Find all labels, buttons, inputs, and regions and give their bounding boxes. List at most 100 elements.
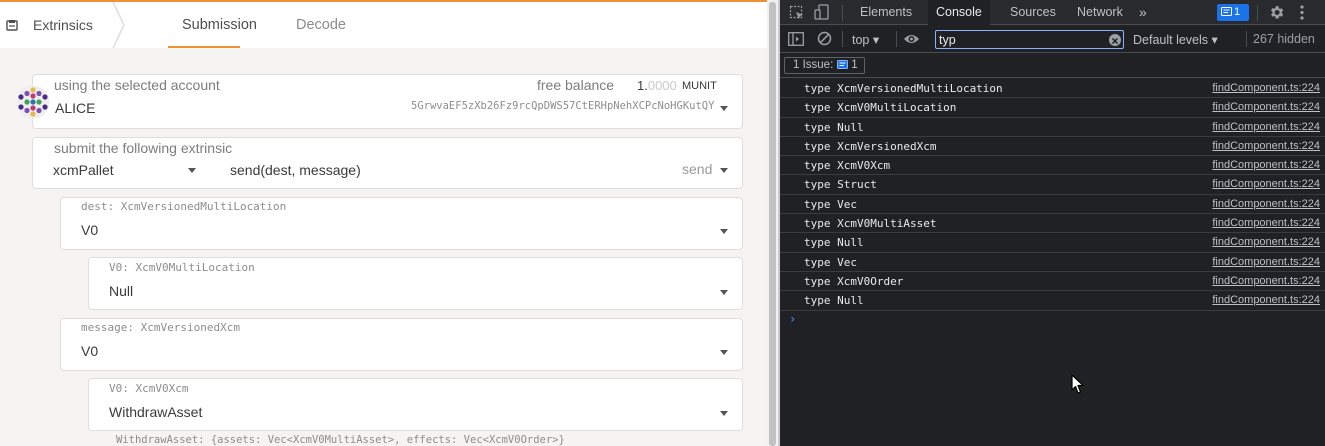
app-header: Extrinsics Submission Decode xyxy=(0,2,767,48)
live-expression-icon[interactable] xyxy=(903,33,920,45)
console-message: type Null findComponent.ts:224 xyxy=(780,118,1325,137)
account-address: 5GrwvaEF5zXb26Fz9rcQpDWS57CtERHpNehXCPcN… xyxy=(411,100,715,112)
source-link[interactable]: findComponent.ts:224 xyxy=(1212,256,1320,268)
filter-input[interactable] xyxy=(939,32,1099,47)
log-levels-select[interactable]: Default levels ▾ xyxy=(1133,32,1218,47)
tab-elements[interactable]: Elements xyxy=(852,0,920,25)
param-type-hint: WithdrawAsset: {assets: Vec<XcmV0MultiAs… xyxy=(116,434,565,446)
pallet-select[interactable]: xcmPallet xyxy=(53,162,114,178)
param-value: V0 xyxy=(81,343,99,359)
param-label: V0: XcmV0Xcm xyxy=(109,382,189,395)
app-section-button[interactable]: Extrinsics xyxy=(0,2,124,48)
console-message-text: type Null xyxy=(804,236,864,250)
console-message: type Struct findComponent.ts:224 xyxy=(780,175,1325,195)
param-value: WithdrawAsset xyxy=(109,404,203,420)
source-link[interactable]: findComponent.ts:224 xyxy=(1212,198,1320,210)
more-tabs-button[interactable]: » xyxy=(1131,0,1155,25)
sidebar-toggle-icon[interactable] xyxy=(788,32,804,46)
filter-field[interactable] xyxy=(935,30,1124,49)
separator xyxy=(1257,5,1258,21)
tab-network[interactable]: Network xyxy=(1069,0,1131,25)
chevron-down-icon[interactable] xyxy=(188,168,196,173)
console-message: type Vec findComponent.ts:224 xyxy=(780,195,1325,215)
console-message-text: type Struct xyxy=(804,178,877,192)
devtools-tabbar: Elements Console Sources Network » 1 xyxy=(780,0,1325,25)
console-message-text: type XcmVersionedXcm xyxy=(804,139,937,153)
issues-button[interactable]: 1 Issue: 1 xyxy=(784,57,865,74)
console-message-text: type Null xyxy=(804,294,864,308)
param-value: Null xyxy=(109,283,134,299)
console-message-text: type XcmV0MultiAsset xyxy=(804,217,937,231)
console-log: type XcmVersionedMultiLocation findCompon… xyxy=(780,79,1325,311)
param-value: V0 xyxy=(81,222,99,238)
identicon xyxy=(16,85,50,119)
chevron-down-icon[interactable] xyxy=(720,290,728,295)
console-message: type Vec findComponent.ts:224 xyxy=(780,253,1325,272)
separator xyxy=(1246,31,1247,47)
call-select[interactable]: send(dest, message) xyxy=(230,162,361,178)
source-link[interactable]: findComponent.ts:224 xyxy=(1212,236,1320,248)
devtools-panel: Elements Console Sources Network » 1 typ… xyxy=(780,0,1325,446)
extrinsic-label: submit the following extrinsic xyxy=(54,140,233,156)
source-link[interactable]: findComponent.ts:224 xyxy=(1212,217,1320,229)
console-message: type XcmV0MultiAsset findComponent.ts:224 xyxy=(780,214,1325,234)
tab-decode[interactable]: Decode xyxy=(296,2,346,48)
source-link[interactable]: findComponent.ts:224 xyxy=(1212,178,1320,190)
chevron-down-icon[interactable] xyxy=(720,350,728,355)
console-message: type XcmV0Xcm findComponent.ts:224 xyxy=(780,156,1325,176)
source-link[interactable]: findComponent.ts:224 xyxy=(1212,121,1320,133)
source-link[interactable]: findComponent.ts:224 xyxy=(1212,82,1320,94)
account-name: ALICE xyxy=(55,100,96,116)
app-title: Extrinsics xyxy=(33,17,93,33)
source-link[interactable]: findComponent.ts:224 xyxy=(1212,159,1320,171)
console-message-text: type XcmVersionedMultiLocation xyxy=(804,82,1003,95)
console-message: type XcmV0MultiLocation findComponent.ts:… xyxy=(780,98,1325,118)
source-link[interactable]: findComponent.ts:224 xyxy=(1212,294,1320,306)
console-message: type XcmVersionedXcm findComponent.ts:224 xyxy=(780,137,1325,157)
issues-badge[interactable]: 1 xyxy=(1217,4,1249,21)
chevron-down-icon[interactable] xyxy=(720,411,728,416)
separator xyxy=(896,31,897,47)
tab-sources[interactable]: Sources xyxy=(1002,0,1064,25)
breadcrumb-chevron xyxy=(112,2,125,48)
console-message: type XcmVersionedMultiLocation findCompon… xyxy=(780,79,1325,99)
call-name: send xyxy=(682,161,713,177)
mouse-cursor xyxy=(1071,374,1084,394)
source-link[interactable]: findComponent.ts:224 xyxy=(1212,140,1320,152)
console-message-text: type Null xyxy=(804,120,864,134)
param-label: V0: XcmV0MultiLocation xyxy=(109,261,255,274)
kebab-menu-icon[interactable] xyxy=(1299,4,1305,21)
console-message: type XcmV0Order findComponent.ts:224 xyxy=(780,272,1325,292)
console-message: type Null findComponent.ts:224 xyxy=(780,233,1325,253)
tab-submission[interactable]: Submission xyxy=(182,2,257,48)
console-message-text: type XcmV0Order xyxy=(804,274,904,288)
source-link[interactable]: findComponent.ts:224 xyxy=(1212,275,1320,287)
chevron-down-icon[interactable] xyxy=(720,106,728,111)
free-balance-label: free balance xyxy=(537,77,615,93)
active-tab-indicator xyxy=(168,46,240,48)
clear-filter-icon[interactable] xyxy=(1109,34,1121,46)
issues-bar: 1 Issue: 1 xyxy=(780,54,1325,78)
tab-console[interactable]: Console xyxy=(928,0,990,25)
clear-console-icon[interactable] xyxy=(817,31,832,46)
extrinsics-icon xyxy=(6,20,18,31)
gear-icon[interactable] xyxy=(1268,4,1285,21)
separator xyxy=(842,31,843,47)
console-prompt[interactable]: › xyxy=(789,312,796,326)
separator xyxy=(842,5,843,21)
device-toolbar-icon[interactable] xyxy=(814,4,830,21)
source-link[interactable]: findComponent.ts:224 xyxy=(1212,101,1320,113)
account-label: using the selected account xyxy=(54,77,220,93)
balance-value: 1.0000 xyxy=(637,78,677,93)
param-label: message: XcmVersionedXcm xyxy=(81,321,240,334)
param-label: dest: XcmVersionedMultiLocation xyxy=(81,200,287,213)
console-message-text: type XcmV0MultiLocation xyxy=(804,101,957,115)
console-message-text: type Vec xyxy=(804,255,857,269)
scrollbar-thumb[interactable] xyxy=(769,2,776,446)
inspect-element-icon[interactable] xyxy=(789,5,805,21)
chevron-down-icon[interactable] xyxy=(720,229,728,234)
console-message-text: type XcmV0Xcm xyxy=(804,159,891,173)
chevron-down-icon[interactable] xyxy=(720,168,728,173)
context-select[interactable]: top ▾ xyxy=(852,32,879,47)
message-icon xyxy=(1221,7,1232,16)
